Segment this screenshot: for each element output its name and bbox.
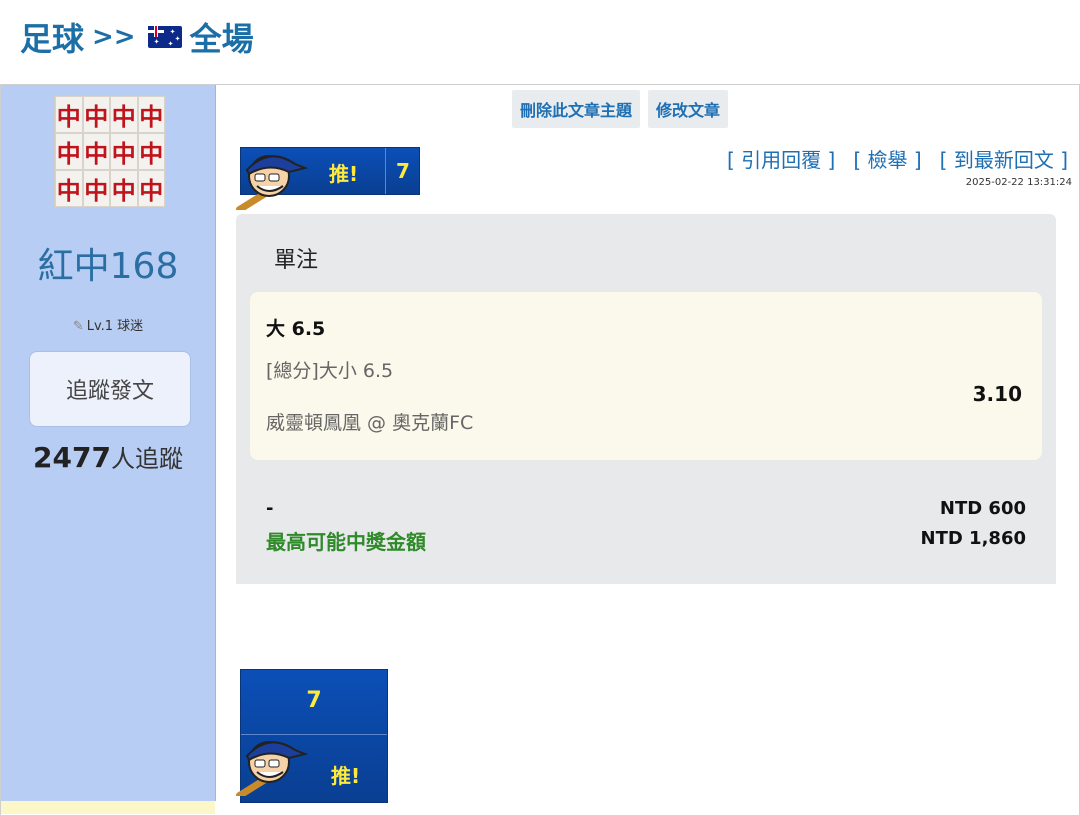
author-name[interactable]: 紅中168 — [1, 237, 215, 289]
bet-note: - — [266, 498, 274, 519]
max-prize-label: 最高可能中獎金額 — [266, 530, 426, 554]
push-vote-box[interactable]: 7 推! — [235, 669, 388, 803]
bet-stake: NTD 600 — [939, 498, 1026, 519]
push-count: 7 — [385, 148, 420, 194]
panel-divider — [236, 584, 1056, 600]
baseball-player-icon — [235, 155, 309, 210]
push-count: 7 — [306, 688, 322, 713]
followers-count: 2477人追蹤 — [33, 441, 183, 474]
latest-reply-link[interactable]: [ 到最新回文 ] — [940, 144, 1068, 173]
page-breadcrumb: 足球 >> ✦ ✦ ✦ ✦ 全場 — [20, 14, 254, 60]
report-link[interactable]: [ 檢舉 ] — [853, 144, 921, 173]
push-button[interactable]: 推! 7 — [235, 147, 420, 210]
edit-post-button[interactable]: 修改文章 — [648, 90, 729, 128]
breadcrumb-sport[interactable]: 足球 — [20, 14, 84, 60]
post-timestamp: 2025-02-22 13:31:24 — [965, 177, 1072, 188]
bet-pick: 大 6.5 — [266, 318, 326, 340]
baseball-player-icon — [235, 741, 309, 796]
push-label: 推! — [331, 764, 361, 788]
delete-topic-button[interactable]: 刪除此文章主題 — [512, 90, 641, 128]
post-action-bar: 刪除此文章主題 修改文章 — [512, 90, 729, 128]
bet-match: 威靈頓鳳凰 @ 奧克蘭FC — [266, 412, 474, 434]
breadcrumb-separator: >> — [92, 22, 136, 52]
bet-slip: 單注 大 6.5 [總分]大小 6.5 威靈頓鳳凰 @ 奧克蘭FC 3.10 -… — [236, 214, 1056, 594]
bet-type: 單注 — [274, 248, 319, 273]
australia-flag-icon: ✦ ✦ ✦ ✦ — [147, 26, 182, 48]
follow-button[interactable]: 追蹤發文 — [29, 351, 191, 427]
pencil-icon: ✎ — [72, 319, 84, 334]
post-links: [ 引用回覆 ] [ 檢舉 ] [ 到最新回文 ] — [727, 144, 1068, 173]
author-level: ✎ Lv.1 球迷 — [72, 319, 144, 334]
push-label: 推! — [329, 162, 359, 186]
bet-odds: 3.10 — [972, 382, 1022, 406]
quote-reply-link[interactable]: [ 引用回覆 ] — [727, 144, 835, 173]
mahjong-red-dragon-avatar[interactable]: 中中中中 中中中中 中中中中 — [54, 95, 166, 207]
breadcrumb-place: 全場 — [189, 20, 254, 58]
max-prize-amount: NTD 1,860 — [920, 528, 1027, 549]
bet-market: [總分]大小 6.5 — [266, 360, 394, 382]
author-sidebar: 中中中中 中中中中 中中中中 紅中168 ✎ Lv.1 球迷 追蹤發文 2477人… — [1, 85, 216, 801]
sidebar-next-row — [1, 801, 215, 814]
bet-selection-card: 大 6.5 [總分]大小 6.5 威靈頓鳳凰 @ 奧克蘭FC 3.10 — [250, 292, 1042, 460]
